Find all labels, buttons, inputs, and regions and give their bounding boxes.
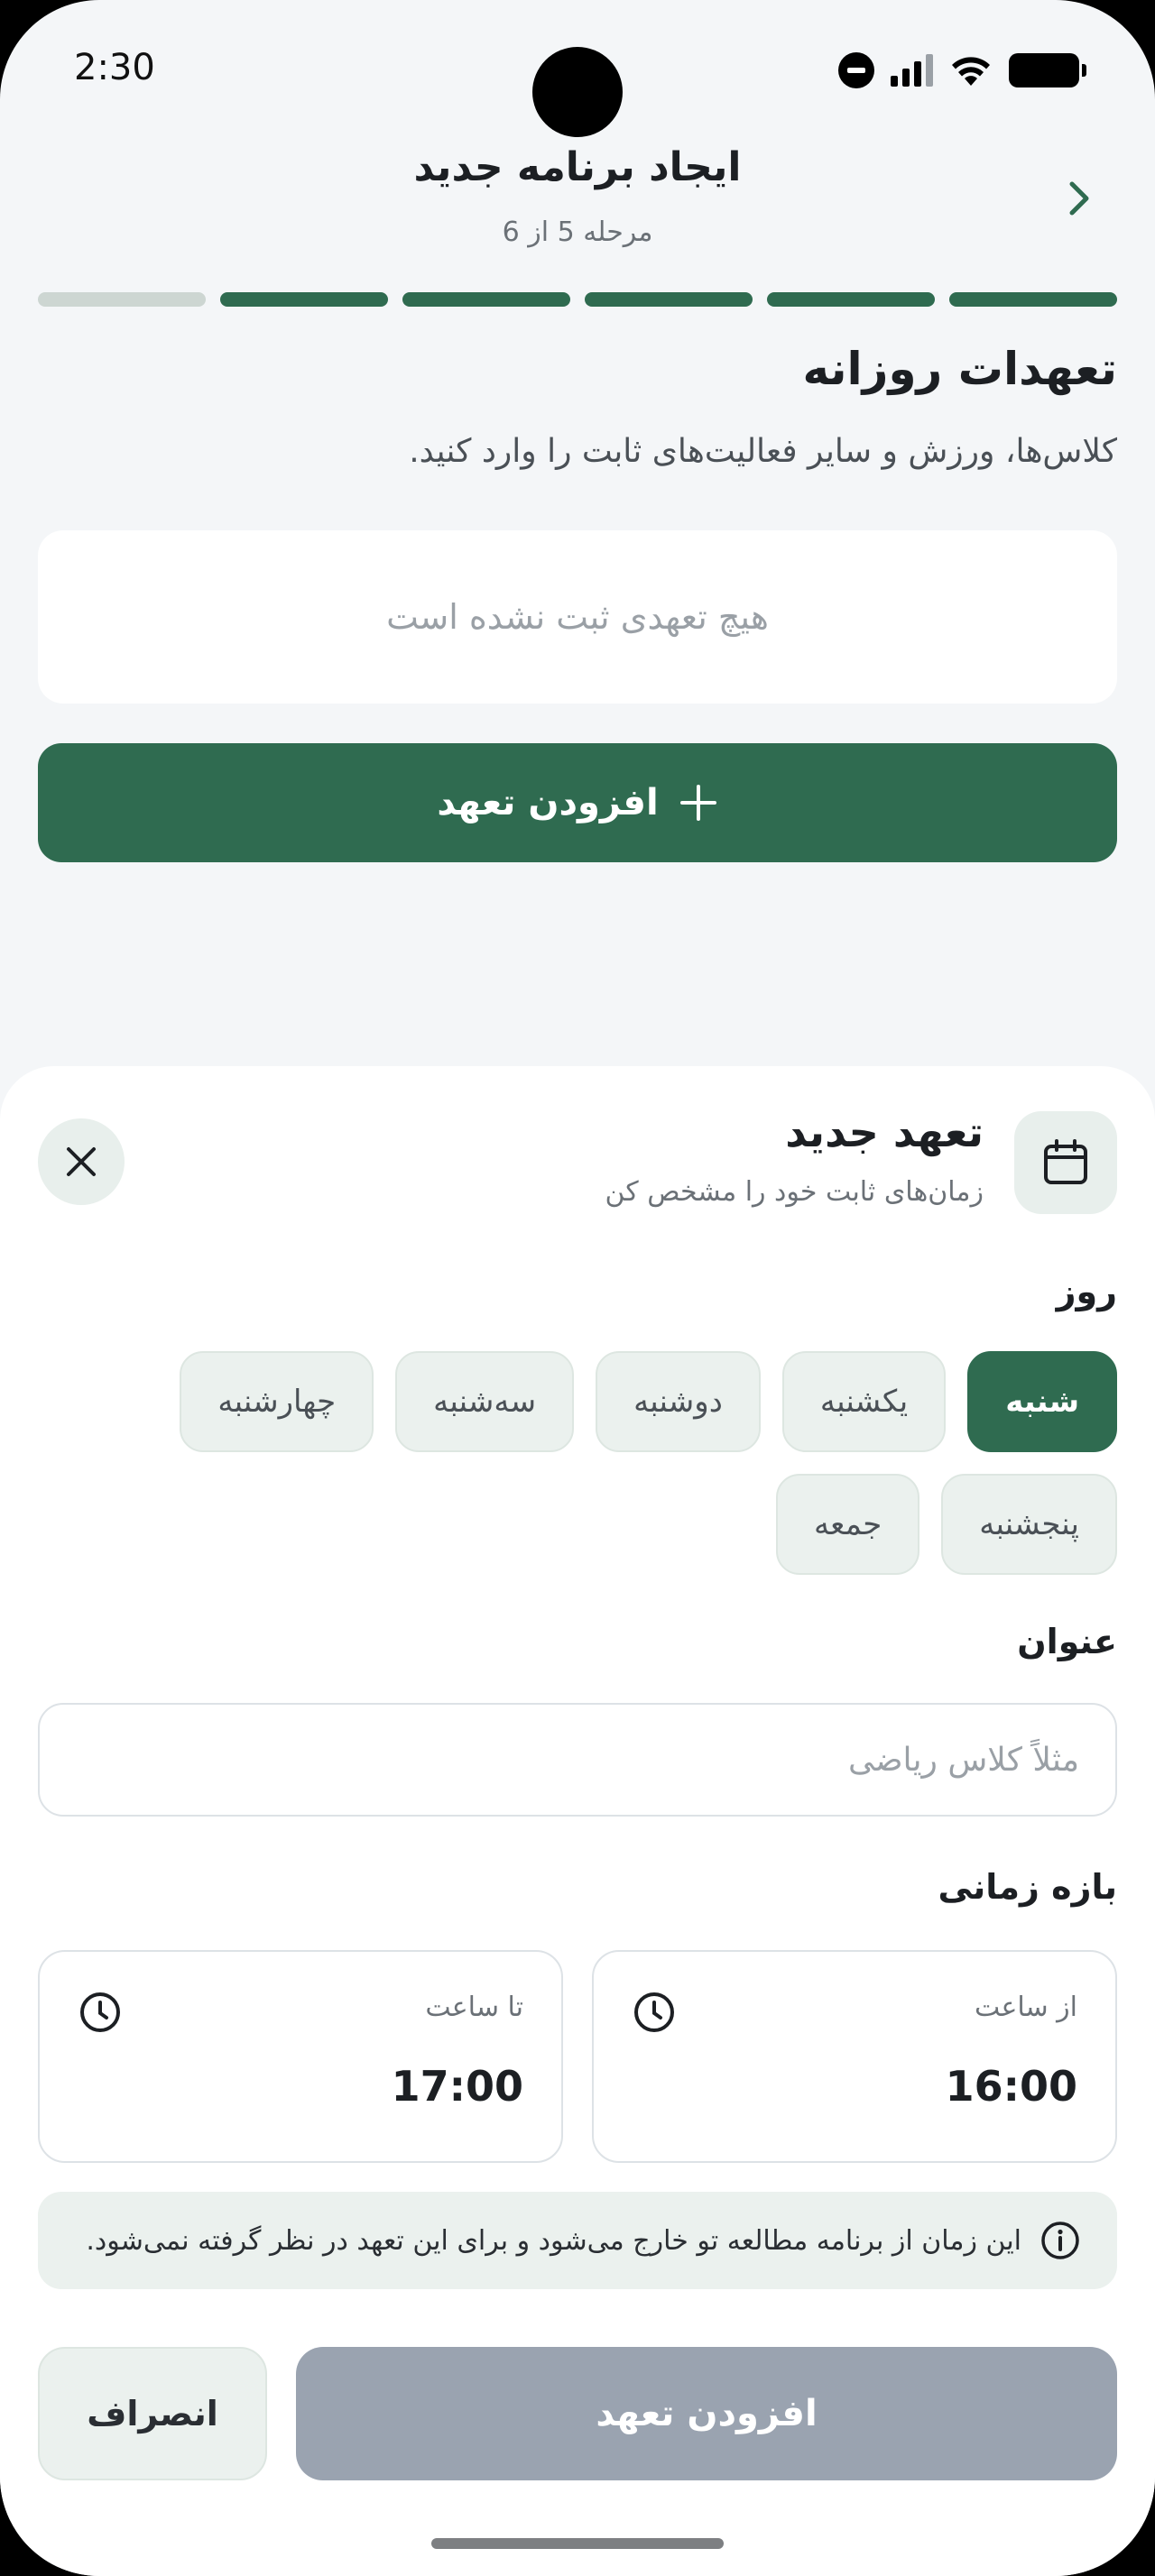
title-input[interactable]: مثلاً کلاس ریاضی (38, 1703, 1117, 1817)
day-chip-chaharshanbe[interactable]: چهارشنبه (180, 1351, 374, 1452)
info-note-text: این زمان از برنامه مطالعه تو خارج می‌شود… (86, 2224, 1021, 2257)
section-description: کلاس‌ها، ورزش و سایر فعالیت‌های ثابت را … (409, 433, 1117, 470)
day-chip-yekshanbe[interactable]: یکشنبه (781, 1351, 947, 1452)
day-chip-seshanbe[interactable]: سه‌شنبه (395, 1351, 575, 1452)
add-commitment-button[interactable]: افزودن تعهد (38, 743, 1117, 862)
sheet-subtitle: زمان‌های ثابت خود را مشخص کن (605, 1176, 984, 1208)
status-icons (838, 51, 1086, 90)
cellular-signal-icon (891, 54, 933, 87)
day-selector: شنبه یکشنبه دوشنبه سه‌شنبه چهارشنبه پنجش… (38, 1351, 1117, 1575)
camera-cutout (532, 47, 623, 137)
progress-segment-3 (585, 292, 753, 307)
progress-segment-1 (949, 292, 1117, 307)
progress-bar (38, 292, 1117, 307)
wifi-icon (952, 57, 990, 86)
day-label: روز (1056, 1272, 1117, 1311)
empty-state-text: هیچ تعهدی ثبت نشده است (386, 597, 769, 637)
from-time-value: 16:00 (945, 2062, 1077, 2111)
chevron-right-icon (1069, 181, 1089, 216)
day-chip-doshanbe[interactable]: دوشنبه (596, 1351, 761, 1452)
time-range-label: بازه زمانی (938, 1867, 1117, 1907)
clock-icon (80, 1992, 120, 2032)
plus-icon (679, 785, 716, 821)
title-label: عنوان (1017, 1622, 1117, 1661)
sheet-icon-container (1014, 1111, 1117, 1214)
to-time-label: تا ساعت (425, 1992, 523, 2023)
day-chip-jome[interactable]: جمعه (775, 1474, 920, 1575)
to-time-value: 17:00 (391, 2062, 523, 2111)
step-indicator: مرحله 5 از 6 (502, 216, 653, 248)
home-indicator[interactable] (431, 2538, 724, 2549)
new-commitment-sheet: تعهد جدید زمان‌های ثابت خود را مشخص کن ر… (0, 1066, 1155, 2576)
empty-state-card: هیچ تعهدی ثبت نشده است (38, 530, 1117, 704)
day-chip-panjshanbe[interactable]: پنجشنبه (941, 1474, 1117, 1575)
status-bar: 2:30 (0, 0, 1155, 137)
do-not-disturb-icon (838, 52, 874, 88)
from-time-label: از ساعت (975, 1992, 1077, 2023)
back-button[interactable] (1043, 162, 1115, 235)
progress-segment-6 (38, 292, 206, 307)
clock-icon (634, 1992, 674, 2032)
close-icon (67, 1147, 96, 1176)
submit-commitment-button[interactable]: افزودن تعهد (296, 2347, 1117, 2480)
page-title: ایجاد برنامه جدید (413, 144, 742, 190)
sheet-title: تعهد جدید (785, 1108, 984, 1156)
add-commitment-label: افزودن تعهد (437, 782, 659, 823)
info-icon (1041, 2222, 1079, 2259)
cancel-button[interactable]: انصراف (38, 2347, 267, 2480)
title-input-placeholder: مثلاً کلاس ریاضی (847, 1741, 1079, 1779)
status-time: 2:30 (74, 47, 155, 88)
day-chip-shanbe[interactable]: شنبه (967, 1351, 1117, 1452)
from-time-field[interactable]: از ساعت 16:00 (592, 1950, 1117, 2163)
phone-screen: 2:30 ایجاد برنامه جدید مرحله 5 از 6 تعهد… (0, 0, 1155, 2576)
progress-segment-4 (402, 292, 570, 307)
header: ایجاد برنامه جدید مرحله 5 از 6 (0, 135, 1155, 262)
close-button[interactable] (38, 1118, 125, 1205)
submit-commitment-label: افزودن تعهد (596, 2393, 818, 2434)
section-title: تعهدات روزانه (802, 343, 1117, 395)
to-time-field[interactable]: تا ساعت 17:00 (38, 1950, 563, 2163)
calendar-icon (1044, 1139, 1087, 1184)
battery-icon (1009, 53, 1086, 87)
cancel-label: انصراف (87, 2394, 218, 2433)
info-note: این زمان از برنامه مطالعه تو خارج می‌شود… (38, 2192, 1117, 2289)
progress-segment-5 (220, 292, 388, 307)
progress-segment-2 (767, 292, 935, 307)
